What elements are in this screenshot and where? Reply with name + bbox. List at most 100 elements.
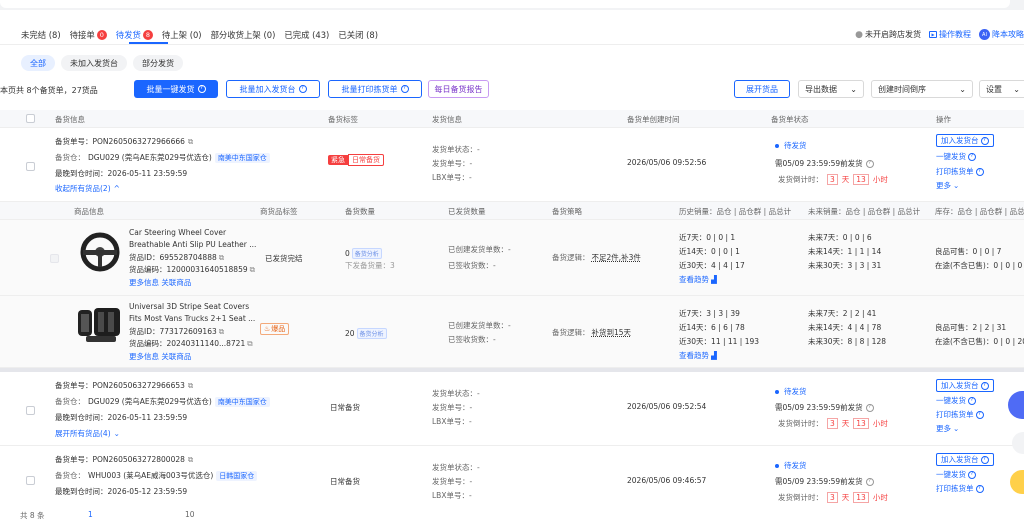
- batch-add-button[interactable]: 批量加入发货台?: [226, 80, 320, 98]
- stock-good: 良品可售：0 | 0 | 7: [935, 247, 1002, 256]
- chart-icon: ▟: [711, 275, 717, 284]
- copy-icon[interactable]: ⧉: [188, 137, 193, 147]
- tab-unfinished[interactable]: 未完结 (8): [21, 29, 61, 41]
- settings-select[interactable]: 设置 ⌄: [979, 80, 1024, 98]
- cross-border-toggle[interactable]: ● 未开启跨店发货: [855, 29, 921, 40]
- hist-14: 近14天：6 | 6 | 78: [679, 323, 745, 332]
- row-checkbox[interactable]: [26, 162, 35, 171]
- expand-goods-button[interactable]: 展开货品: [734, 80, 790, 98]
- add-to-ship-desk-button[interactable]: 加入发货台?: [936, 453, 994, 466]
- chevron-down-icon: ⌄: [1013, 84, 1020, 94]
- hist-30: 近30天：4 | 4 | 17: [679, 261, 745, 270]
- print-pick-link[interactable]: 打印拣货单?: [936, 166, 994, 177]
- page-size[interactable]: 10: [185, 510, 195, 519]
- export-select[interactable]: 导出数据 ⌄: [798, 80, 864, 98]
- analysis-button[interactable]: 备货分析: [356, 328, 387, 339]
- trend-link[interactable]: 查看趋势 ▟: [679, 350, 717, 361]
- count-badge: 0: [96, 30, 107, 40]
- print-pick-link[interactable]: 打印拣货单?: [936, 409, 994, 420]
- due-time: 需05/09 23:59:59前发货?: [775, 402, 874, 413]
- created-time: 2026/05/06 09:46:57: [627, 476, 707, 485]
- more-info-link[interactable]: 更多信息 关联商品: [129, 277, 191, 288]
- product-header: 商品信息 商货品标签 备货数量 已发货数量 备货策略 历史销量：品仓 | 品仓群…: [0, 202, 1024, 220]
- created-qty: 已创建发货单数：-: [448, 321, 511, 330]
- chip-partial[interactable]: 部分发货: [133, 55, 183, 71]
- tab-pending-shelf[interactable]: 待上架 (0): [162, 29, 202, 41]
- col-product: 商品信息: [74, 207, 104, 216]
- add-to-ship-desk-button[interactable]: 加入发货台?: [936, 134, 994, 147]
- deadline: 最晚到仓时间：2026-05-11 23:59:59: [55, 169, 188, 178]
- product-name[interactable]: Car Steering Wheel Cover: [129, 228, 226, 237]
- tab-pending-ship[interactable]: 待发货 8: [116, 29, 153, 41]
- more-link[interactable]: 更多 ⌄: [936, 180, 994, 191]
- batch-ship-button[interactable]: 批量一键发货?: [134, 80, 218, 98]
- row-checkbox[interactable]: [26, 476, 35, 485]
- tutorial-link[interactable]: ▶ 操作教程: [929, 29, 971, 40]
- tab-completed[interactable]: 已完成 (43): [284, 29, 329, 41]
- countdown: 发货倒计时： 3 天 13 小时: [778, 174, 888, 185]
- ship-number: 发货单号：-: [432, 403, 473, 412]
- help-icon: ?: [968, 152, 976, 161]
- copy-icon[interactable]: ⧉: [250, 265, 255, 275]
- future-30: 未来30天：3 | 3 | 31: [808, 261, 882, 270]
- warehouse: 备货仓： DGU029 (莞乌AE东莞029号优选仓) 南美中东国家仓: [55, 396, 270, 407]
- analysis-button[interactable]: 备货分析: [351, 248, 382, 259]
- chevron-down-icon: ⌄: [959, 84, 966, 94]
- col-shipped: 已发货数量: [448, 207, 486, 216]
- expand-goods-link[interactable]: 展开所有货品(4) ⌄: [55, 428, 120, 439]
- row-checkbox[interactable]: [26, 406, 35, 415]
- col-qty: 备货数量: [345, 207, 375, 216]
- pagination: 共 8 条 1 10: [0, 508, 260, 520]
- one-click-ship-link[interactable]: 一键发货?: [936, 469, 994, 480]
- daily-report-button[interactable]: 每日备货报告: [428, 80, 489, 98]
- copy-icon[interactable]: ⧉: [247, 339, 252, 349]
- product-name-2[interactable]: Breathable Anti Slip PU Leather ...: [129, 240, 256, 249]
- chip-not-added[interactable]: 未加入发货台: [61, 55, 127, 71]
- steering-wheel-image: [80, 232, 120, 272]
- tab-closed[interactable]: 已关闭 (8): [338, 29, 378, 41]
- chevron-down-icon: ⌄: [113, 429, 120, 438]
- collapse-goods-link[interactable]: 收起所有货品(2) ^: [55, 183, 120, 194]
- more-info-link[interactable]: 更多信息 关联商品: [129, 351, 191, 362]
- more-link[interactable]: 更多 ⌄: [936, 423, 994, 434]
- help-icon: ?: [865, 477, 874, 486]
- copy-icon[interactable]: ⧉: [219, 327, 224, 337]
- trend-link[interactable]: 查看趋势 ▟: [679, 274, 717, 285]
- countdown: 发货倒计时： 3 天 13 小时: [778, 492, 888, 503]
- sort-select[interactable]: 创建时间倒序 ⌄: [871, 80, 973, 98]
- fire-icon: ♨: [264, 325, 271, 333]
- stock-good: 良品可售：2 | 2 | 31: [935, 323, 1007, 332]
- tab-partial-shelf[interactable]: 部分收货上架 (0): [211, 29, 276, 41]
- copy-icon[interactable]: ⧉: [188, 455, 193, 465]
- chevron-down-icon: ⌄: [953, 181, 960, 190]
- copy-icon[interactable]: ⧉: [188, 381, 193, 391]
- page-number[interactable]: 1: [88, 510, 93, 519]
- select-all-checkbox[interactable]: [26, 114, 35, 123]
- dot-icon: ●: [855, 29, 863, 40]
- strategy: 备货逻辑： 补货到15天: [552, 328, 632, 337]
- lbx-number: LBX单号：-: [432, 417, 472, 426]
- ship-number: 发货单号：-: [432, 477, 473, 486]
- one-click-ship-link[interactable]: 一键发货?: [936, 151, 994, 162]
- product-name-2[interactable]: Fits Most Vans Trucks 2+1 Seat ...: [129, 314, 255, 323]
- copy-icon[interactable]: ⧉: [219, 253, 224, 263]
- top-strip: [0, 0, 1024, 10]
- col-stock: 库存：品仓 | 品仓群 | 品总计: [935, 207, 1024, 216]
- table-header: 备货信息 备货标签 发货信息 备货单创建时间 备货单状态 操作: [0, 110, 1024, 128]
- product-name[interactable]: Universal 3D Stripe Seat Covers: [129, 302, 249, 311]
- print-pick-link[interactable]: 打印拣货单?: [936, 483, 994, 494]
- tab-pending-accept[interactable]: 待接单 0: [70, 29, 107, 41]
- chevron-up-icon: ^: [113, 184, 120, 193]
- one-click-ship-link[interactable]: 一键发货?: [936, 395, 994, 406]
- ops: 加入发货台? 一键发货? 打印拣货单?: [936, 453, 994, 494]
- chip-all[interactable]: 全部: [21, 55, 55, 71]
- batch-print-button[interactable]: 批量打印拣货单?: [328, 80, 422, 98]
- help-icon: ?: [197, 85, 206, 93]
- lbx-number: LBX单号：-: [432, 173, 472, 182]
- cost-down-link[interactable]: AI 降本攻略: [979, 29, 1024, 40]
- add-to-ship-desk-button[interactable]: 加入发货台?: [936, 379, 994, 392]
- col-stock-info: 备货信息: [55, 115, 85, 124]
- help-icon: ?: [865, 403, 874, 412]
- help-icon: ?: [968, 396, 976, 405]
- status-tabs: 未完结 (8) 待接单 0 待发货 8 待上架 (0) 部分收货上架 (0) 已完成…: [21, 29, 387, 41]
